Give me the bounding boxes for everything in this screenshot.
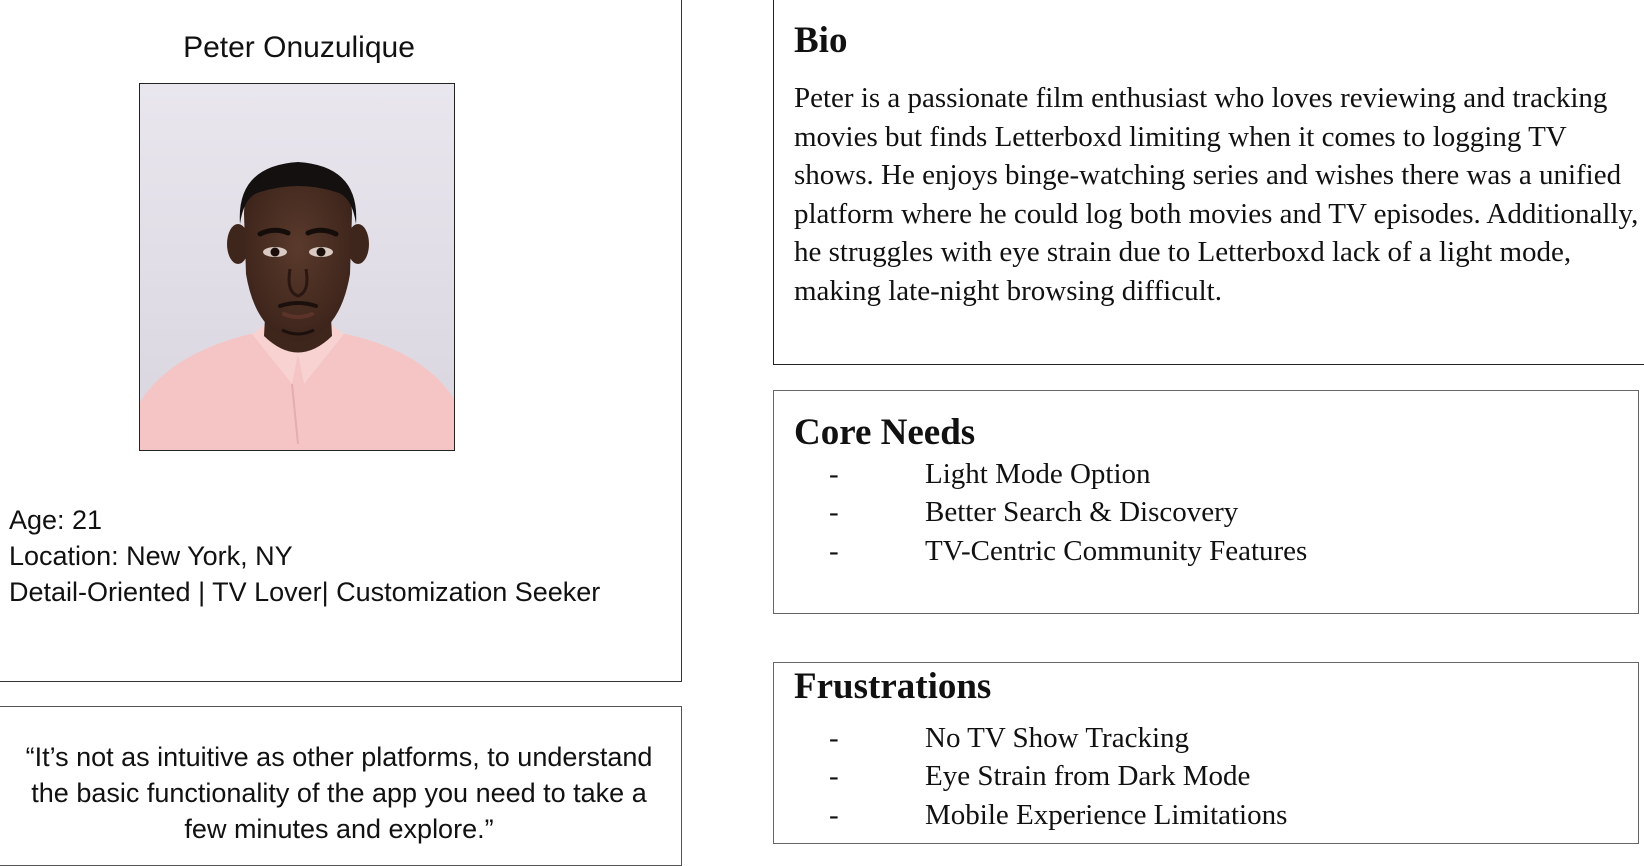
list-item-text: Better Search & Discovery (925, 496, 1239, 529)
list-bullet: - (829, 458, 839, 490)
list-item-text: TV-Centric Community Features (925, 534, 1308, 567)
frustrations-title: Frustrations (794, 666, 992, 707)
list-item: - No TV Show Tracking (829, 719, 1287, 757)
quote-card: “It’s not as intuitive as other platform… (0, 706, 682, 866)
traits-text: Detail-Oriented | TV Lover| Customizatio… (9, 577, 601, 607)
list-item-text: No TV Show Tracking (925, 722, 1190, 754)
persona-details: Age: 21 Location: New York, NY Detail-Or… (9, 502, 600, 610)
list-item-text: Light Mode Option (925, 458, 1151, 490)
list-item-text: Eye Strain from Dark Mode (925, 760, 1251, 793)
list-bullet: - (829, 760, 839, 793)
quote-text: “It’s not as intuitive as other platform… (25, 742, 653, 844)
list-item: - Better Search & Discovery (829, 493, 1307, 531)
list-bullet: - (829, 798, 839, 831)
list-bullet: - (829, 496, 839, 529)
core-needs-title: Core Needs (794, 412, 976, 453)
list-item: - Mobile Experience Limitations (829, 796, 1287, 834)
list-bullet: - (829, 722, 839, 754)
persona-photo (139, 83, 455, 451)
persona-name: Peter Onuzulique (183, 31, 415, 64)
frustrations-card: Frustrations - No TV Show Tracking - Eye S… (773, 662, 1639, 844)
core-needs-list: - Light Mode Option - Better Search & Disc… (829, 455, 1307, 570)
frustrations-list: - No TV Show Tracking - Eye Strain from Da… (829, 719, 1287, 834)
list-bullet: - (829, 534, 839, 567)
list-item: - Eye Strain from Dark Mode (829, 757, 1287, 795)
list-item: - TV-Centric Community Features (829, 532, 1307, 570)
core-needs-card: Core Needs - Light Mode Option - Better Se… (773, 390, 1639, 614)
bio-text: Peter is a passionate film enthusiast wh… (794, 82, 1639, 307)
bio-title: Bio (794, 20, 848, 61)
portrait-illustration (140, 84, 454, 450)
age-text: Age: 21 (9, 505, 103, 535)
location-text: Location: New York, NY (9, 541, 293, 571)
bio-card: Bio Peter is a passionate film enthusias… (773, 0, 1644, 365)
profile-card: Peter Onuzulique Age: 21 Location: New Y… (0, 0, 682, 682)
list-item-text: Mobile Experience Limitations (925, 798, 1288, 831)
list-item: - Light Mode Option (829, 455, 1307, 493)
